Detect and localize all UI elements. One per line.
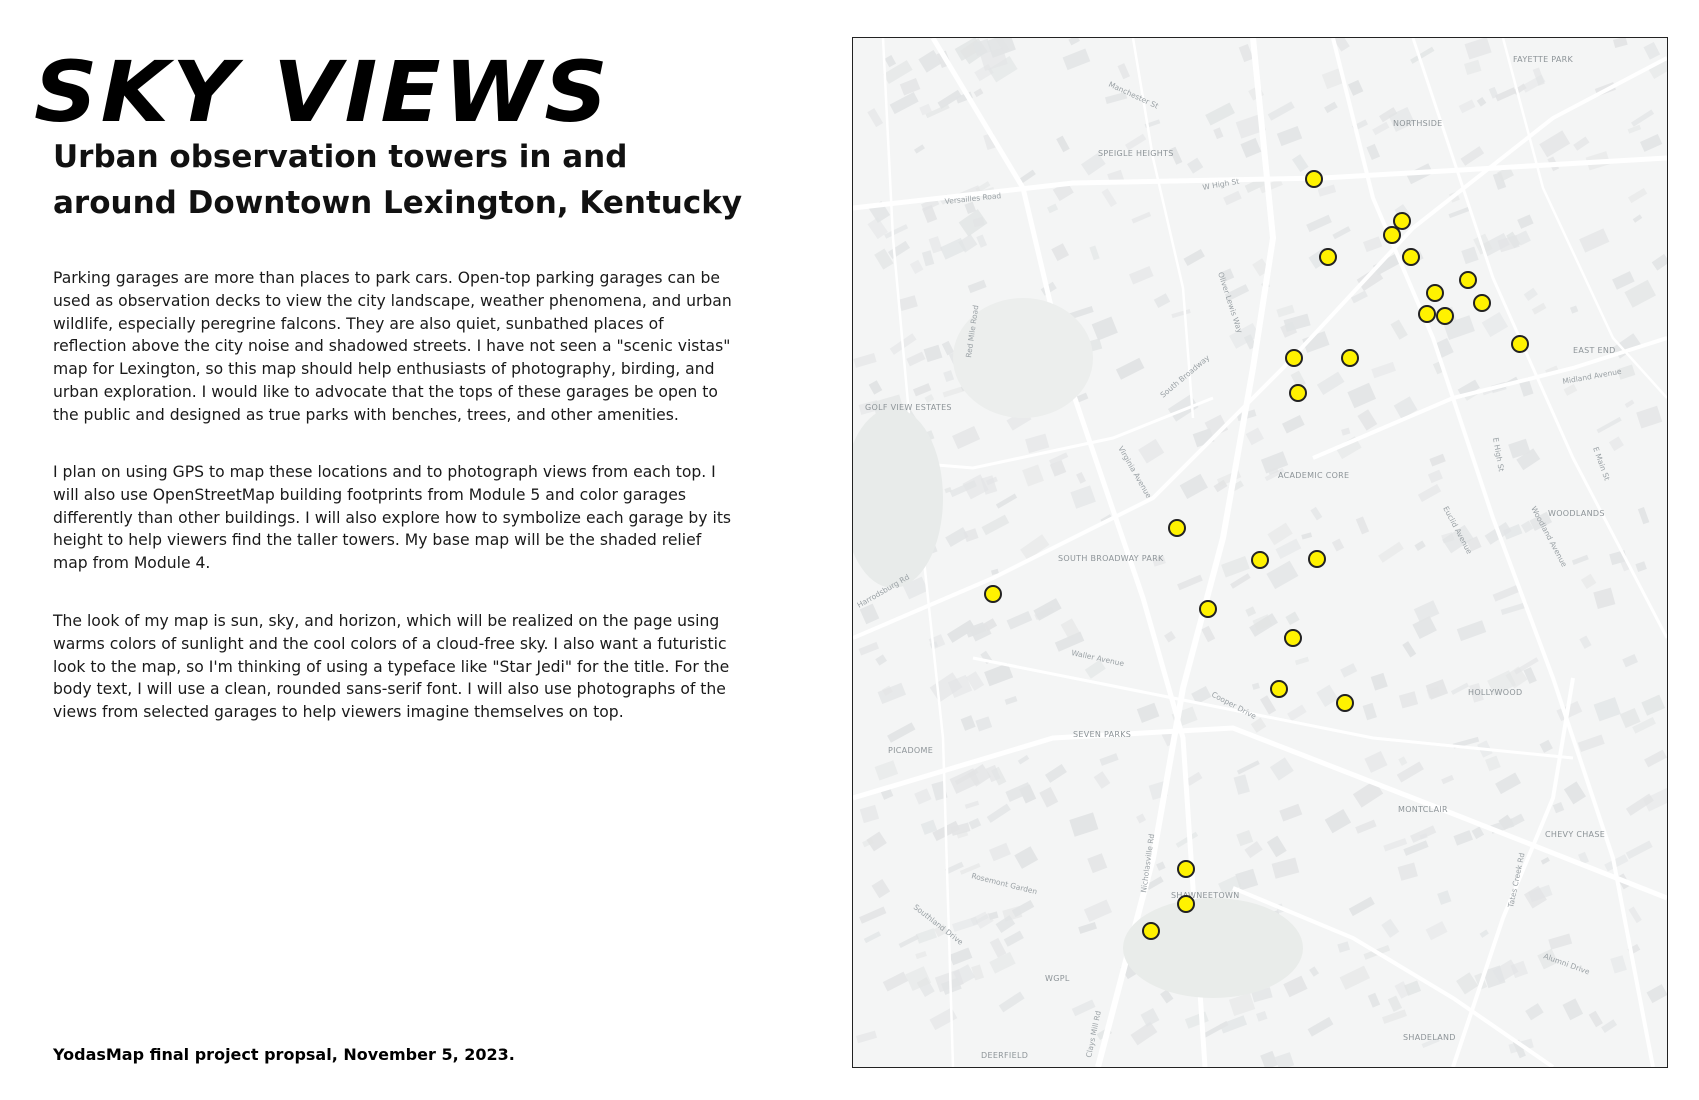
basemap[interactable]: FAYETTE PARK NORTHSIDE SPEIGLE HEIGHTS E…: [853, 38, 1667, 1067]
label-picadome: PICADOME: [888, 746, 933, 755]
garage-marker[interactable]: [1251, 551, 1269, 569]
garage-marker[interactable]: [1383, 226, 1401, 244]
label-wgpl: WGPL: [1045, 974, 1070, 983]
garage-marker[interactable]: [1168, 519, 1186, 537]
proposal-paragraph-1: Parking garages are more than places to …: [53, 269, 732, 424]
label-woodlands: WOODLANDS: [1548, 509, 1605, 518]
label-montclair: MONTCLAIR: [1398, 805, 1448, 814]
garage-marker[interactable]: [1270, 680, 1288, 698]
garage-marker[interactable]: [1436, 307, 1454, 325]
label-hollywood: HOLLYWOOD: [1468, 688, 1522, 697]
garage-marker[interactable]: [1459, 271, 1477, 289]
label-east-end: EAST END: [1573, 346, 1616, 355]
garage-marker[interactable]: [1177, 895, 1195, 913]
proposal-paragraph-3: The look of my map is sun, sky, and hori…: [53, 612, 730, 722]
footer-credit: YodasMap final project propsal, November…: [53, 1045, 515, 1064]
map-title: SKY VIEWS: [34, 43, 611, 141]
label-south-broadway-park: SOUTH BROADWAY PARK: [1058, 554, 1164, 563]
map-subtitle: Urban observation towers in and around D…: [53, 139, 743, 221]
label-shadeland: SHADELAND: [1403, 1033, 1456, 1042]
garage-marker[interactable]: [984, 585, 1002, 603]
garage-marker[interactable]: [1336, 694, 1354, 712]
garage-marker[interactable]: [1473, 294, 1491, 312]
garage-marker[interactable]: [1341, 349, 1359, 367]
park-area: [1123, 898, 1303, 998]
label-deerfield: DEERFIELD: [981, 1051, 1028, 1060]
garage-marker[interactable]: [1284, 629, 1302, 647]
garage-marker[interactable]: [1289, 384, 1307, 402]
garage-marker[interactable]: [1393, 212, 1411, 230]
garage-marker[interactable]: [1177, 860, 1195, 878]
garage-marker[interactable]: [1319, 248, 1337, 266]
label-speigle-heights: SPEIGLE HEIGHTS: [1098, 149, 1174, 158]
garage-marker[interactable]: [1308, 550, 1326, 568]
label-fayette-park: FAYETTE PARK: [1513, 55, 1574, 64]
garage-marker[interactable]: [1511, 335, 1529, 353]
proposal-paragraph-2: I plan on using GPS to map these locatio…: [53, 463, 732, 573]
garage-marker[interactable]: [1418, 305, 1436, 323]
garage-marker[interactable]: [1426, 284, 1444, 302]
garage-marker[interactable]: [1142, 922, 1160, 940]
label-seven-parks: SEVEN PARKS: [1073, 730, 1131, 739]
garage-marker[interactable]: [1199, 600, 1217, 618]
label-academic-core: ACADEMIC CORE: [1278, 471, 1349, 480]
label-northside: NORTHSIDE: [1393, 119, 1443, 128]
garage-marker[interactable]: [1285, 349, 1303, 367]
label-chevy-chase: CHEVY CHASE: [1545, 830, 1605, 839]
garage-marker[interactable]: [1402, 248, 1420, 266]
garage-marker[interactable]: [1305, 170, 1323, 188]
label-golf-view-estates: GOLF VIEW ESTATES: [865, 403, 952, 412]
map-panel[interactable]: FAYETTE PARK NORTHSIDE SPEIGLE HEIGHTS E…: [852, 37, 1668, 1068]
